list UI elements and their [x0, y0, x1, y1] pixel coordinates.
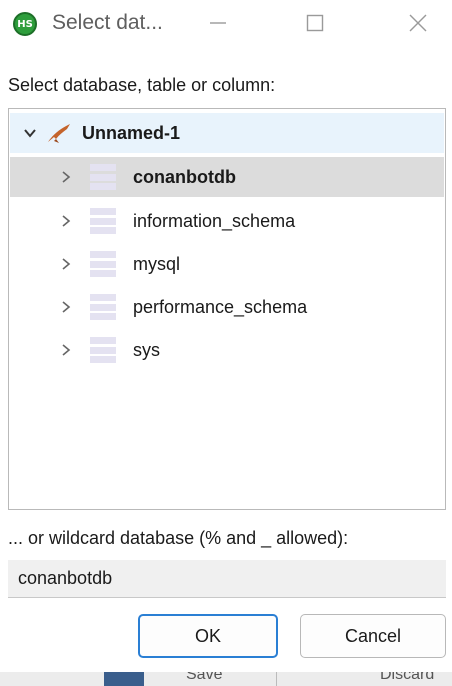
tree-item-database[interactable]: mysql: [10, 244, 444, 284]
tree-item-database[interactable]: sys: [10, 330, 444, 370]
tree-item-label: sys: [133, 339, 160, 360]
maximize-button[interactable]: [285, 0, 345, 46]
database-icon: [90, 251, 116, 277]
underlying-save-button[interactable]: Save: [186, 672, 222, 684]
tree-root-label: Unnamed-1: [82, 122, 181, 143]
wildcard-database-input[interactable]: [8, 560, 446, 598]
minimize-button[interactable]: [188, 0, 248, 46]
close-icon: [409, 14, 427, 32]
prompt-label: Select database, table or column:: [8, 75, 276, 95]
toolbar-divider: [276, 672, 277, 686]
database-tree[interactable]: Unnamed-1 conanbotdb information_schema …: [8, 108, 446, 510]
minimize-icon: [210, 22, 226, 24]
tree-root-server[interactable]: Unnamed-1: [10, 113, 444, 153]
chevron-down-icon[interactable]: [20, 123, 40, 143]
ok-button[interactable]: OK: [138, 614, 278, 658]
wildcard-label: ... or wildcard database (% and _ allowe…: [8, 528, 349, 548]
cancel-button[interactable]: Cancel: [300, 614, 446, 658]
database-icon: [90, 164, 116, 190]
database-icon: [90, 337, 116, 363]
title-bar: HS Select dat...: [0, 0, 452, 50]
chevron-right-icon[interactable]: [56, 254, 76, 274]
chevron-right-icon[interactable]: [56, 297, 76, 317]
chevron-right-icon[interactable]: [56, 340, 76, 360]
tree-item-database[interactable]: information_schema: [10, 201, 444, 241]
close-button[interactable]: [388, 0, 448, 46]
chevron-right-icon[interactable]: [56, 211, 76, 231]
chevron-right-icon[interactable]: [56, 167, 76, 187]
underlying-discard-button[interactable]: Discard: [380, 672, 434, 684]
save-icon: [104, 672, 144, 686]
tree-item-database[interactable]: conanbotdb: [10, 157, 444, 197]
heidisql-icon: HS: [13, 12, 37, 36]
tree-item-database[interactable]: performance_schema: [10, 287, 444, 327]
dolphin-icon: [46, 121, 72, 145]
database-icon: [90, 208, 116, 234]
database-icon: [90, 294, 116, 320]
underlying-window-toolbar: Save Discard: [0, 672, 452, 686]
tree-item-label: performance_schema: [133, 296, 308, 317]
tree-item-label: mysql: [133, 253, 181, 274]
maximize-icon: [306, 14, 324, 32]
tree-item-label: information_schema: [133, 210, 296, 231]
tree-item-label: conanbotdb: [133, 166, 236, 187]
window-title: Select dat...: [52, 11, 163, 34]
